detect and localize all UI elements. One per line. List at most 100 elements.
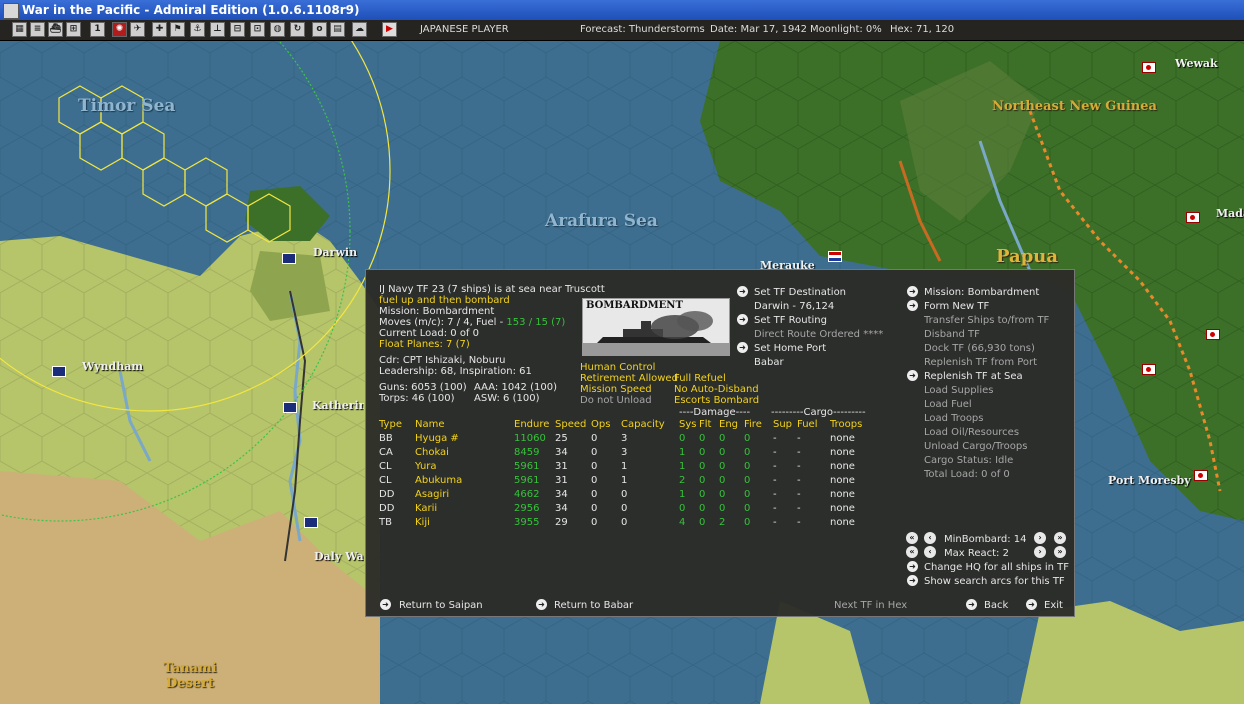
- cloud-icon[interactable]: ☁: [352, 22, 367, 37]
- info-icon[interactable]: 1: [90, 22, 105, 37]
- return-babar-button[interactable]: Return to Babar: [554, 599, 633, 612]
- japanese-base-icon[interactable]: [1186, 212, 1200, 223]
- flag-icon[interactable]: ✺: [112, 22, 127, 37]
- column-header[interactable]: Troops: [830, 418, 862, 431]
- return-saipan-button[interactable]: Return to Saipan: [399, 599, 483, 612]
- place-port-moresby[interactable]: Port Moresby: [1108, 474, 1191, 487]
- ship-name[interactable]: Karii: [415, 502, 437, 515]
- column-header[interactable]: Type: [379, 418, 402, 431]
- left-arrow-icon[interactable]: ‹: [924, 532, 936, 544]
- cmd-replenish-sea[interactable]: Replenish TF at Sea: [924, 370, 1023, 383]
- column-header[interactable]: Name: [415, 418, 445, 431]
- allied-unit-icon[interactable]: [283, 402, 297, 413]
- place-katherine[interactable]: Katherine: [312, 399, 364, 412]
- globe-icon[interactable]: ◍: [270, 22, 285, 37]
- ship-name[interactable]: Yura: [415, 460, 437, 473]
- ship-icon[interactable]: ⛴: [48, 22, 63, 37]
- cmd-disband-tf[interactable]: Disband TF: [924, 328, 980, 341]
- column-header[interactable]: Capacity: [621, 418, 665, 431]
- cmd-unload-cargo[interactable]: Unload Cargo/Troops: [924, 440, 1027, 453]
- ship-name[interactable]: Abukuma: [415, 474, 462, 487]
- double-right-icon[interactable]: »: [1054, 532, 1066, 544]
- column-header[interactable]: Ops: [591, 418, 610, 431]
- column-header[interactable]: Eng: [719, 418, 738, 431]
- japanese-base-icon[interactable]: [1142, 62, 1156, 73]
- sea-label-timor: Timor Sea: [78, 96, 176, 116]
- arrow-right-icon: ➜: [737, 342, 748, 353]
- allied-unit-icon[interactable]: [304, 517, 318, 528]
- right-arrow-icon[interactable]: ›: [1034, 532, 1046, 544]
- double-right-icon[interactable]: »: [1054, 546, 1066, 558]
- end-turn-icon[interactable]: ▶: [382, 22, 397, 37]
- japanese-base-icon[interactable]: [1142, 364, 1156, 375]
- column-header[interactable]: Flt: [699, 418, 711, 431]
- column-header[interactable]: Sup: [773, 418, 792, 431]
- japanese-base-icon[interactable]: [1206, 329, 1220, 340]
- set-destination-button[interactable]: Set TF Destination: [754, 286, 846, 299]
- base-icon[interactable]: ✚: [152, 22, 167, 37]
- grid-icon[interactable]: ▤: [330, 22, 345, 37]
- cmd-load-oil[interactable]: Load Oil/Resources: [924, 426, 1019, 439]
- ship-speed: 25: [555, 433, 568, 444]
- column-header[interactable]: Speed: [555, 418, 586, 431]
- date: Date: Mar 17, 1942: [710, 24, 808, 35]
- plane-icon[interactable]: ✈: [130, 22, 145, 37]
- place-wewak[interactable]: Wewak: [1175, 57, 1218, 70]
- cmd-mission[interactable]: Mission: Bombardment: [924, 286, 1039, 299]
- ship-row[interactable]: BB Hyuga # 11060 25 0 3 0 0 0 0 - - none: [366, 432, 886, 445]
- ship-name[interactable]: Hyuga #: [415, 432, 459, 445]
- double-left-icon[interactable]: «: [906, 546, 918, 558]
- column-header[interactable]: Endure: [514, 418, 549, 431]
- show-search-arcs-button[interactable]: Show search arcs for this TF: [924, 575, 1065, 588]
- ship-row[interactable]: TB Kiji 3955 29 0 0 4 0 2 0 - - none: [366, 516, 886, 529]
- map-icon[interactable]: ▦: [12, 22, 27, 37]
- japanese-base-icon[interactable]: [1194, 470, 1208, 481]
- cmd-transfer-ships[interactable]: Transfer Ships to/from TF: [924, 314, 1049, 327]
- cmd-form-new-tf[interactable]: Form New TF: [924, 300, 989, 313]
- cmd-load-fuel[interactable]: Load Fuel: [924, 398, 972, 411]
- column-header[interactable]: Fire: [744, 418, 762, 431]
- right-arrow-icon[interactable]: ›: [1034, 546, 1046, 558]
- cmd-load-supplies[interactable]: Load Supplies: [924, 384, 993, 397]
- ship-name[interactable]: Kiji: [415, 516, 430, 529]
- tf-float-planes[interactable]: Float Planes: 7 (7): [379, 338, 470, 351]
- ship-row[interactable]: DD Asagiri 4662 34 0 0 1 0 0 0 - - none: [366, 488, 886, 501]
- back-button[interactable]: Back: [984, 599, 1008, 612]
- ship-row[interactable]: CL Yura 5961 31 0 1 1 0 0 0 - - none: [366, 460, 886, 473]
- list-icon[interactable]: ≡: [30, 22, 45, 37]
- calendar-icon[interactable]: ⊡: [250, 22, 265, 37]
- place-wyndham[interactable]: Wyndham: [82, 360, 143, 373]
- report-icon[interactable]: ⊟: [230, 22, 245, 37]
- column-header[interactable]: Fuel: [797, 418, 817, 431]
- cmd-replenish-port[interactable]: Replenish TF from Port: [924, 356, 1037, 369]
- group-icon[interactable]: ⊞: [66, 22, 81, 37]
- ship-row[interactable]: DD Karii 2956 34 0 0 0 0 0 0 - - none: [366, 502, 886, 515]
- cargo-icon[interactable]: ⚓: [190, 22, 205, 37]
- ship-name[interactable]: Chokai: [415, 446, 449, 459]
- set-routing-button[interactable]: Set TF Routing: [754, 314, 827, 327]
- os-icon[interactable]: o: [312, 22, 327, 37]
- change-hq-button[interactable]: Change HQ for all ships in TF: [924, 561, 1069, 574]
- fleet-icon[interactable]: ⊥: [210, 22, 225, 37]
- left-arrow-icon[interactable]: ‹: [924, 546, 936, 558]
- ship-row[interactable]: CL Abukuma 5961 31 0 1 2 0 0 0 - - none: [366, 474, 886, 487]
- double-left-icon[interactable]: «: [906, 532, 918, 544]
- status-unload[interactable]: Do not Unload: [580, 394, 652, 407]
- bomb-icon[interactable]: ⚑: [170, 22, 185, 37]
- allied-unit-icon[interactable]: [52, 366, 66, 377]
- ship-row[interactable]: CA Chokai 8459 34 0 3 1 0 0 0 - - none: [366, 446, 886, 459]
- allied-unit-icon[interactable]: [282, 253, 296, 264]
- place-darwin[interactable]: Darwin: [313, 246, 357, 259]
- column-header[interactable]: Sys: [679, 418, 696, 431]
- arrow-right-icon: ➜: [907, 300, 918, 311]
- place-madang[interactable]: Madang: [1216, 207, 1244, 220]
- place-daly-waters[interactable]: Daly Waters: [314, 550, 364, 563]
- exit-button[interactable]: Exit: [1044, 599, 1063, 612]
- ship-name[interactable]: Asagiri: [415, 488, 449, 501]
- cmd-load-troops[interactable]: Load Troops: [924, 412, 984, 425]
- set-home-port-button[interactable]: Set Home Port: [754, 342, 826, 355]
- reload-icon[interactable]: ↻: [290, 22, 305, 37]
- dutch-base-icon[interactable]: [828, 251, 842, 262]
- cmd-dock-tf[interactable]: Dock TF (66,930 tons): [924, 342, 1035, 355]
- next-tf-button[interactable]: Next TF in Hex: [834, 599, 907, 612]
